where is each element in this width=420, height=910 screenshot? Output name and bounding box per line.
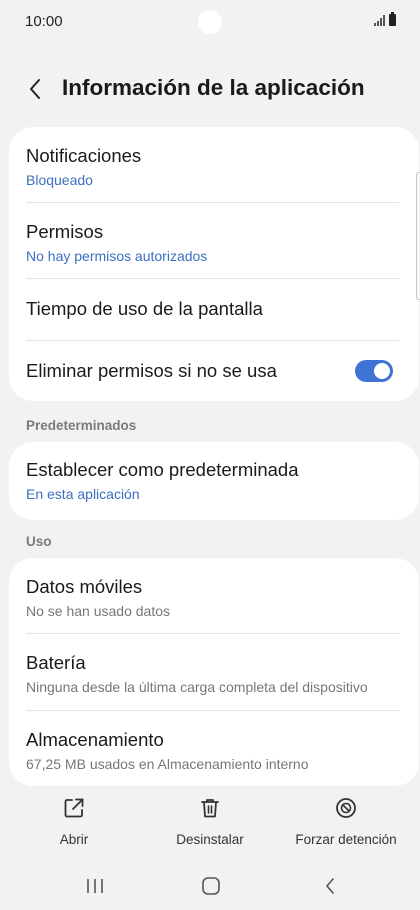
screen-time-label: Tiempo de uso de la pantalla [26,298,263,319]
app-settings-card: Notificaciones Bloqueado Permisos No hay… [9,127,419,401]
signal-icon [374,15,385,26]
stop-circle-icon [334,796,358,820]
page-title: Información de la aplicación [62,75,365,100]
back-button[interactable] [20,74,50,104]
open-button[interactable]: Abrir [46,796,102,847]
battery-label: Batería [26,652,86,673]
bottom-action-bar: Abrir Desinstalar Forzar detención [0,790,420,860]
uninstall-label: Desinstalar [176,832,244,847]
status-time: 10:00 [25,13,63,30]
status-bar: 10:00 [0,0,420,44]
open-external-icon [62,796,86,820]
usage-card: Datos móviles No se han usado datos Bate… [9,558,419,786]
notifications-label: Notificaciones [26,145,142,166]
battery-icon [389,12,396,26]
back-nav-button[interactable] [315,874,345,898]
section-heading-usage: Uso [26,534,52,549]
chevron-left-icon [30,79,40,99]
remove-permissions-row[interactable]: Eliminar permisos si no se usa [9,341,419,401]
recent-apps-button[interactable] [80,874,110,898]
permissions-row[interactable]: Permisos No hay permisos autorizados [9,203,419,278]
force-stop-label: Forzar detención [295,832,397,847]
system-nav-bar [0,866,420,906]
notifications-value: Bloqueado [26,172,93,188]
open-label: Abrir [59,832,89,847]
storage-value: 67,25 MB usados en Almacenamiento intern… [26,756,309,772]
set-default-value: En esta aplicación [26,486,140,502]
home-button[interactable] [196,874,226,898]
uninstall-button[interactable]: Desinstalar [170,796,250,847]
recent-apps-icon [87,879,103,893]
storage-label: Almacenamiento [26,729,164,750]
defaults-card: Establecer como predeterminada En esta a… [9,442,419,520]
back-nav-icon [326,878,334,894]
home-icon [202,877,220,895]
storage-row[interactable]: Almacenamiento 67,25 MB usados en Almace… [9,711,419,786]
battery-value: Ninguna desde la última carga completa d… [26,679,368,695]
mobile-data-label: Datos móviles [26,576,143,597]
scrollbar[interactable] [416,172,420,300]
mobile-data-value: No se han usado datos [26,603,170,619]
trash-icon [198,796,222,820]
force-stop-button[interactable]: Forzar detención [292,796,400,847]
remove-permissions-label: Eliminar permisos si no se usa [26,360,277,381]
set-default-label: Establecer como predeterminada [26,459,299,480]
set-default-row[interactable]: Establecer como predeterminada En esta a… [9,442,419,520]
battery-row[interactable]: Batería Ninguna desde la última carga co… [9,634,419,710]
toggle-knob [374,363,390,379]
notifications-row[interactable]: Notificaciones Bloqueado [9,127,419,202]
remove-permissions-toggle[interactable] [355,360,393,382]
mobile-data-row[interactable]: Datos móviles No se han usado datos [9,558,419,633]
status-icons [374,12,396,26]
screen-time-row[interactable]: Tiempo de uso de la pantalla [9,279,419,340]
permissions-label: Permisos [26,221,104,242]
permissions-value: No hay permisos autorizados [26,248,208,264]
section-heading-defaults: Predeterminados [26,418,137,433]
app-bar: Información de la aplicación [0,66,420,112]
camera-cutout [198,10,222,34]
